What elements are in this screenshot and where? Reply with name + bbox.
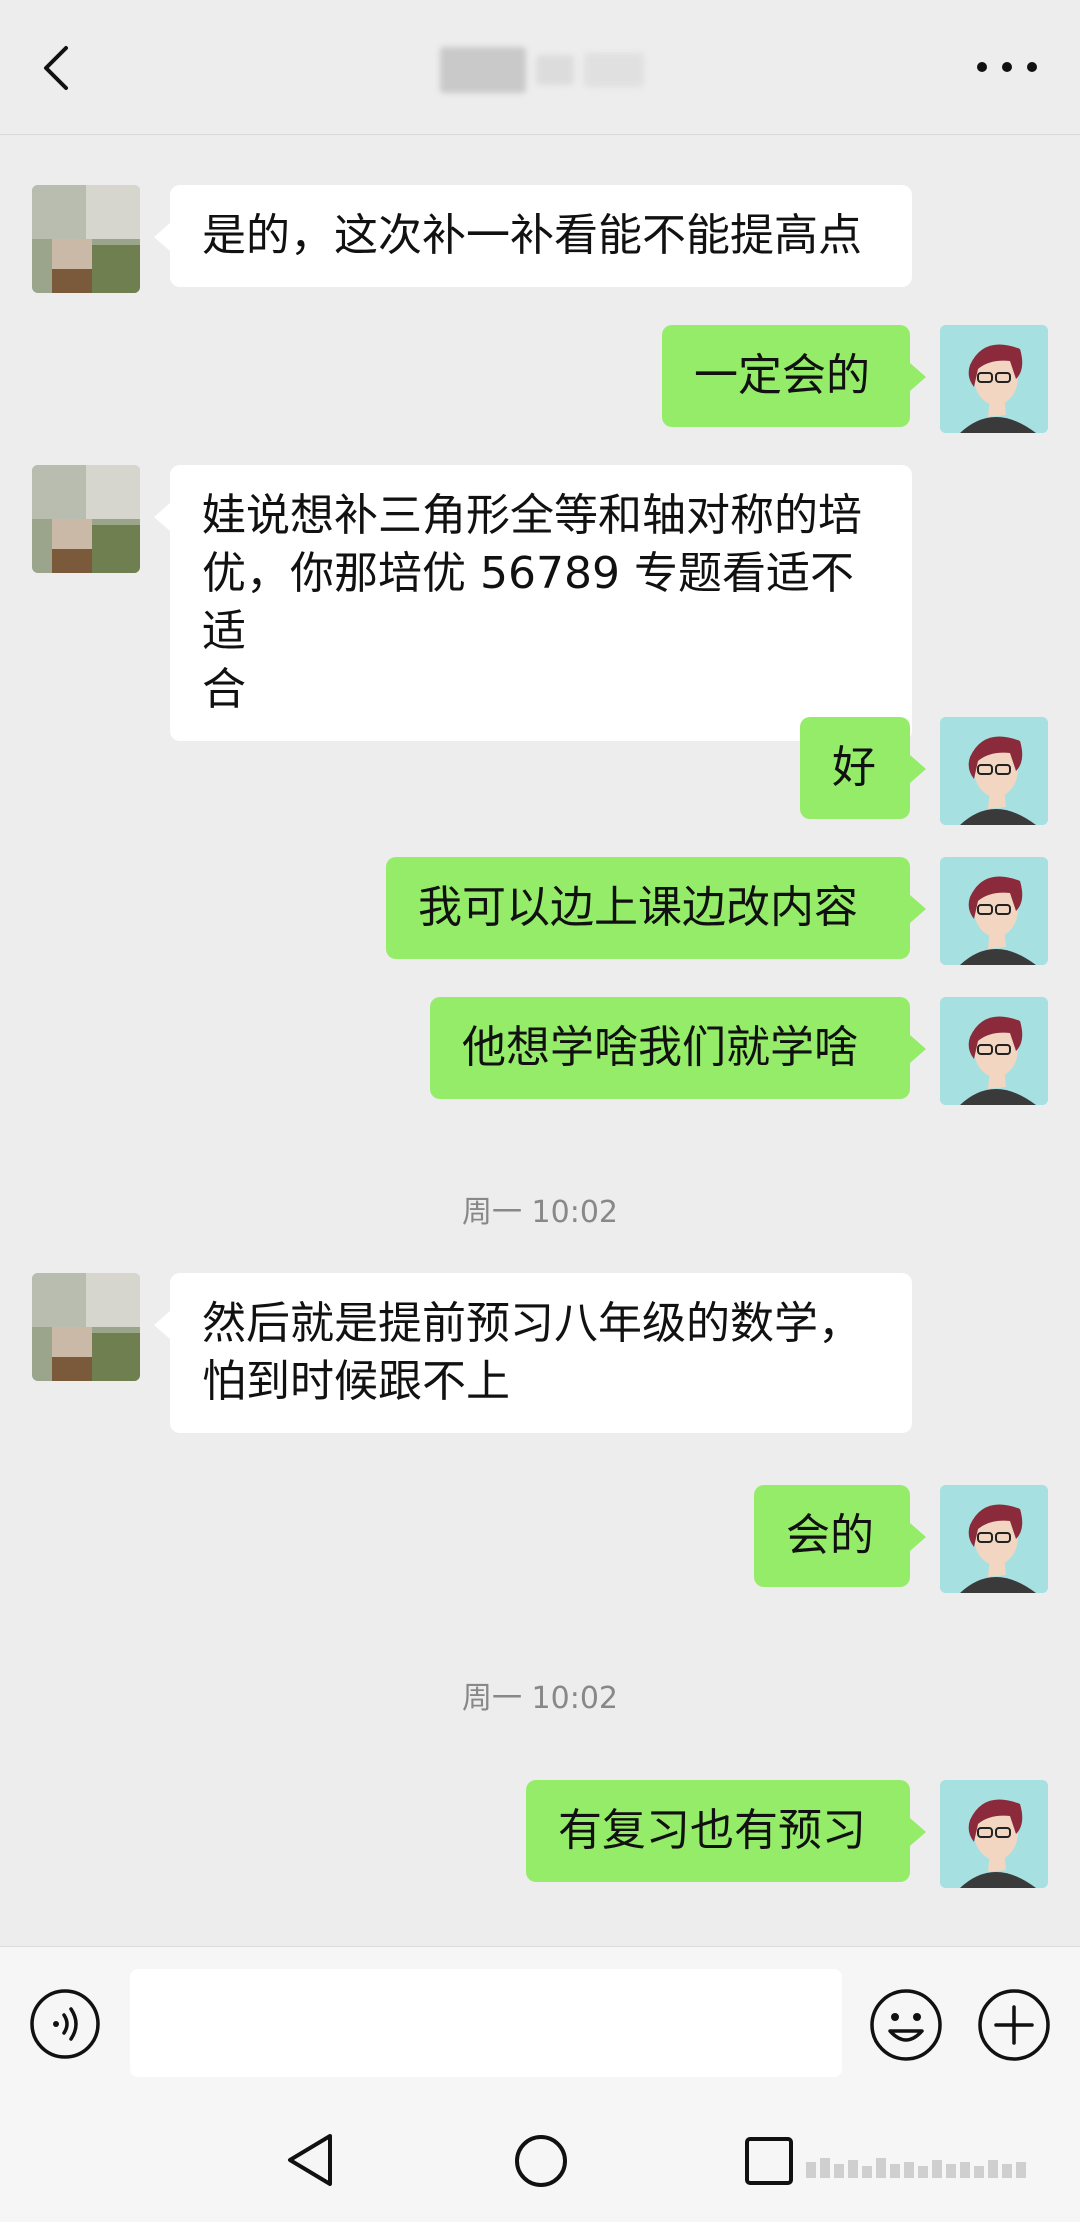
- message-bubble[interactable]: 他想学啥我们就学啥: [430, 997, 926, 1099]
- message-bubble[interactable]: 我可以边上课边改内容: [386, 857, 926, 959]
- watermark-logo-icon: [806, 2158, 1026, 2178]
- chat-header: [0, 0, 1080, 135]
- my-avatar[interactable]: [940, 1780, 1048, 1888]
- message-bubble[interactable]: 有复习也有预习: [526, 1780, 926, 1882]
- message-bubble[interactable]: 一定会的: [662, 325, 926, 427]
- message-line: 然后就是提前预习八年级的数学，: [202, 1298, 862, 1349]
- message-line: 合: [202, 664, 246, 715]
- my-avatar[interactable]: [940, 717, 1048, 825]
- timestamp: 周一 10:02: [462, 1195, 618, 1230]
- message-line: 怕到时候跟不上: [202, 1356, 510, 1407]
- contact-name-blurred: [440, 44, 700, 96]
- ellipsis-icon[interactable]: [972, 52, 1042, 82]
- message-bubble[interactable]: 然后就是提前预习八年级的数学， 怕到时候跟不上: [154, 1273, 912, 1433]
- message-line: 优，你那培优 56789 专题看适不适: [202, 548, 854, 657]
- emoji-icon[interactable]: [868, 1987, 944, 2063]
- nav-home-icon[interactable]: [514, 2134, 568, 2188]
- message-bubble[interactable]: 娃说想补三角形全等和轴对称的培 优，你那培优 56789 专题看适不适 合: [154, 465, 912, 741]
- message-line: 娃说想补三角形全等和轴对称的培: [202, 490, 862, 541]
- message-list[interactable]: 是的，这次补一补看能不能提高点 一定会的 娃说想补三角形全等和轴对称的培 优，你…: [0, 135, 1080, 1945]
- message-bubble[interactable]: 会的: [754, 1485, 926, 1587]
- nav-back-icon[interactable]: [282, 2130, 338, 2190]
- my-avatar[interactable]: [940, 325, 1048, 433]
- my-avatar[interactable]: [940, 1485, 1048, 1593]
- message-bubble[interactable]: 是的，这次补一补看能不能提高点: [154, 185, 912, 287]
- message-input[interactable]: [130, 1969, 842, 2077]
- timestamp: 周一 10:02: [462, 1681, 618, 1716]
- contact-avatar[interactable]: [32, 465, 140, 573]
- contact-avatar[interactable]: [32, 185, 140, 293]
- my-avatar[interactable]: [940, 997, 1048, 1105]
- input-bar: [0, 1946, 1080, 2097]
- my-avatar[interactable]: [940, 857, 1048, 965]
- plus-icon[interactable]: [976, 1987, 1052, 2063]
- voice-icon[interactable]: [28, 1987, 102, 2061]
- nav-recent-icon[interactable]: [744, 2136, 794, 2186]
- back-icon[interactable]: [30, 40, 86, 96]
- message-bubble[interactable]: 好: [800, 717, 926, 819]
- contact-avatar[interactable]: [32, 1273, 140, 1381]
